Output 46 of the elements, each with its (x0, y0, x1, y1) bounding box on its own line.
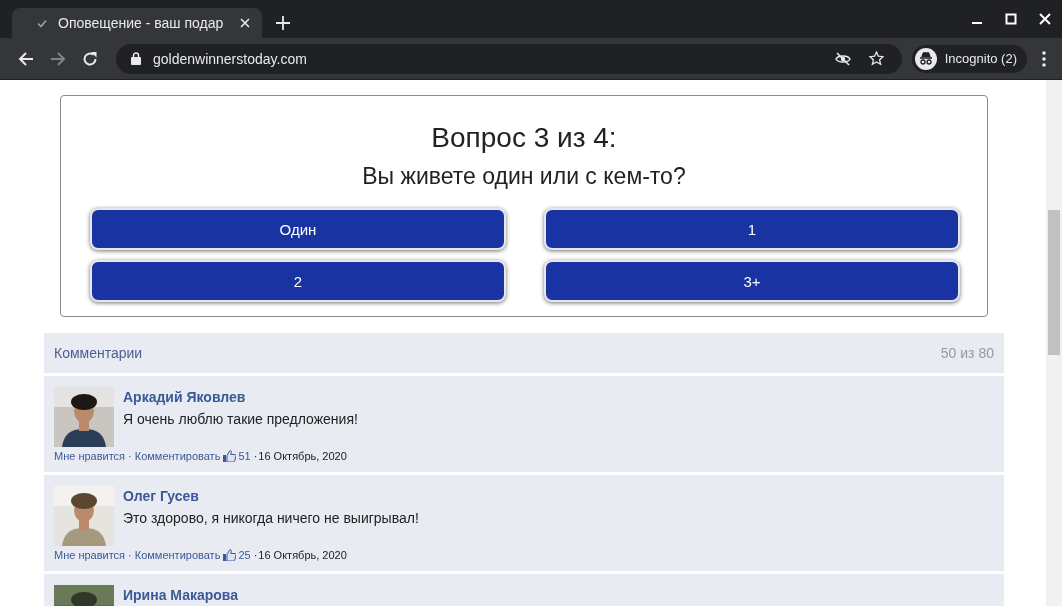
incognito-button[interactable]: Incognito (2) (911, 44, 1027, 73)
like-link[interactable]: Мне нравится (54, 548, 126, 561)
url-text: goldenwinnerstoday.com (153, 50, 307, 67)
answer-button[interactable]: Один (90, 208, 506, 250)
back-arrow-icon[interactable] (18, 50, 34, 67)
comment-link[interactable]: Комментировать (134, 449, 221, 462)
scrollbar-thumb[interactable] (1048, 210, 1060, 355)
eye-crossed-icon[interactable] (834, 51, 851, 66)
new-tab-icon[interactable] (276, 16, 290, 30)
author-name[interactable]: Ирина Макарова (123, 587, 994, 603)
comments-count: 50 из 80 (940, 345, 994, 361)
star-icon[interactable] (868, 51, 884, 66)
thumbs-up-icon (223, 449, 237, 462)
separator-dot: · (253, 449, 258, 462)
answer-button[interactable]: 1 (544, 208, 960, 250)
separator-dot: · (253, 548, 258, 561)
author-name[interactable]: Олег Гусев (123, 488, 994, 504)
comment-link[interactable]: Комментировать (134, 548, 221, 561)
comment-date: 16 Октябрь, 2020 (258, 449, 347, 462)
comment-text: Я очень люблю такие предложения! (123, 411, 359, 427)
check-icon (36, 17, 48, 29)
separator-dot: · (128, 449, 132, 462)
reload-icon[interactable] (82, 50, 98, 67)
like-link[interactable]: Мне нравится (54, 449, 126, 462)
thumbs-up-icon (223, 548, 237, 561)
question-text: Вы живете один или с кем-то? (361, 162, 687, 191)
more-menu-icon[interactable] (1042, 50, 1046, 67)
like-count: 25 (238, 548, 251, 561)
comment-date: 16 Октябрь, 2020 (258, 548, 347, 561)
address-bar[interactable]: goldenwinnerstoday.com (116, 43, 902, 74)
incognito-icon (914, 47, 937, 70)
separator-dot: · (128, 548, 132, 561)
answer-button[interactable]: 3+ (544, 260, 960, 302)
tab-title: Оповещение - ваш подар (58, 15, 225, 31)
close-icon[interactable] (240, 18, 250, 28)
like-count: 51 (238, 449, 251, 462)
forward-arrow-icon[interactable] (50, 50, 66, 67)
browser-tab[interactable]: Оповещение - ваш подар (12, 8, 262, 38)
comments-heading: Комментарии (54, 345, 143, 361)
answer-button[interactable]: 2 (90, 260, 506, 302)
maximize-icon[interactable] (1005, 13, 1017, 25)
scrollbar[interactable] (1046, 80, 1062, 606)
author-name[interactable]: Аркадий Яковлев (123, 389, 994, 405)
lock-icon (131, 52, 141, 65)
comment-text: Это здорово, я никогда ничего не выигрывал! (123, 510, 420, 526)
question-number: Вопрос 3 из 4: (430, 121, 618, 155)
